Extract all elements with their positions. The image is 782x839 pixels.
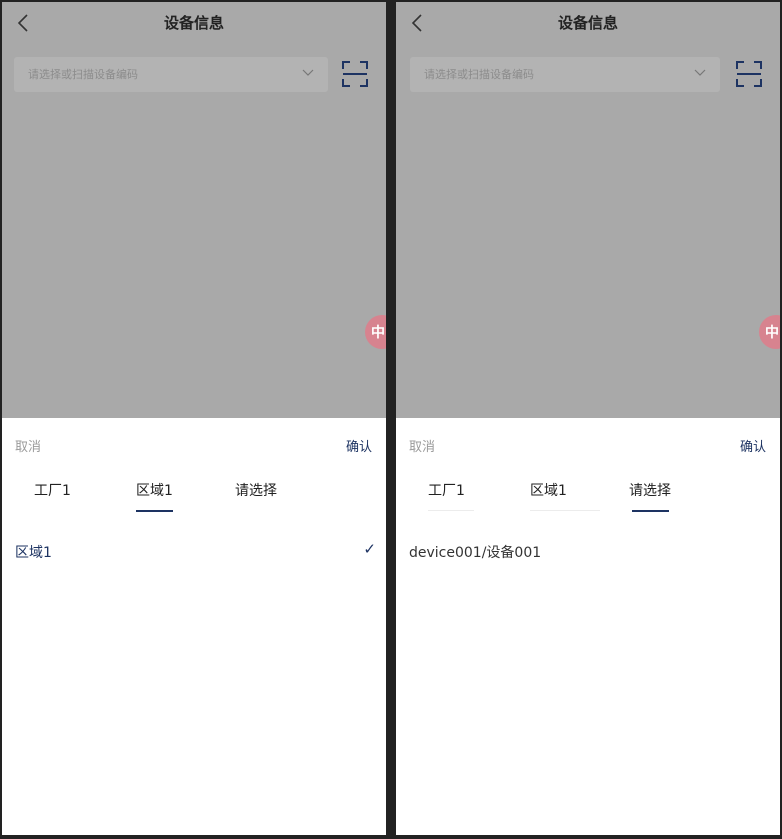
- cascade-picker-sheet: 取消 确认 工厂1 区域1 请选择 device001/设备001: [396, 418, 780, 835]
- dimmed-overlay[interactable]: 设备信息 请选择或扫描设备编码 中: [396, 2, 780, 418]
- page-title: 设备信息: [557, 14, 618, 32]
- tab-underline: [428, 510, 474, 511]
- confirm-button[interactable]: 确认: [346, 436, 372, 455]
- tab-area[interactable]: 区域1: [136, 480, 173, 500]
- device-code-select[interactable]: 请选择或扫描设备编码: [14, 57, 328, 92]
- picker-screen-left: 设备信息 请选择或扫描设备编码 中 取消 确认 工厂1 区域1 请选择 区域1 …: [2, 2, 386, 835]
- checkmark-icon: ✓: [363, 540, 376, 558]
- floating-badge[interactable]: 中: [759, 315, 780, 349]
- tab-select[interactable]: 请选择: [629, 480, 671, 500]
- tab-factory[interactable]: 工厂1: [428, 480, 465, 500]
- cascade-picker-sheet: 取消 确认 工厂1 区域1 请选择 区域1 ✓: [2, 418, 386, 835]
- cancel-button[interactable]: 取消: [409, 436, 435, 455]
- tab-factory[interactable]: 工厂1: [34, 480, 71, 500]
- page-title: 设备信息: [163, 14, 224, 32]
- device-code-select[interactable]: 请选择或扫描设备编码: [410, 57, 720, 92]
- device-select-placeholder: 请选择或扫描设备编码: [28, 68, 138, 81]
- confirm-button[interactable]: 确认: [740, 436, 766, 455]
- tab-select[interactable]: 请选择: [235, 480, 277, 500]
- floating-badge[interactable]: 中: [365, 315, 386, 349]
- tab-underline: [530, 510, 600, 511]
- device-select-placeholder: 请选择或扫描设备编码: [424, 68, 534, 81]
- chevron-down-icon: [302, 69, 314, 76]
- scan-icon[interactable]: [736, 61, 762, 87]
- option-item[interactable]: device001/设备001: [409, 542, 541, 562]
- option-item[interactable]: 区域1: [15, 542, 52, 562]
- active-tab-indicator: [136, 510, 173, 512]
- scan-icon[interactable]: [342, 61, 368, 87]
- tab-area[interactable]: 区域1: [530, 480, 567, 500]
- chevron-down-icon: [694, 69, 706, 76]
- dimmed-overlay[interactable]: 设备信息 请选择或扫描设备编码 中: [2, 2, 386, 418]
- active-tab-indicator: [632, 510, 669, 512]
- cancel-button[interactable]: 取消: [15, 436, 41, 455]
- picker-screen-right: 设备信息 请选择或扫描设备编码 中 取消 确认 工厂1 区域1 请选择 devi…: [396, 2, 780, 835]
